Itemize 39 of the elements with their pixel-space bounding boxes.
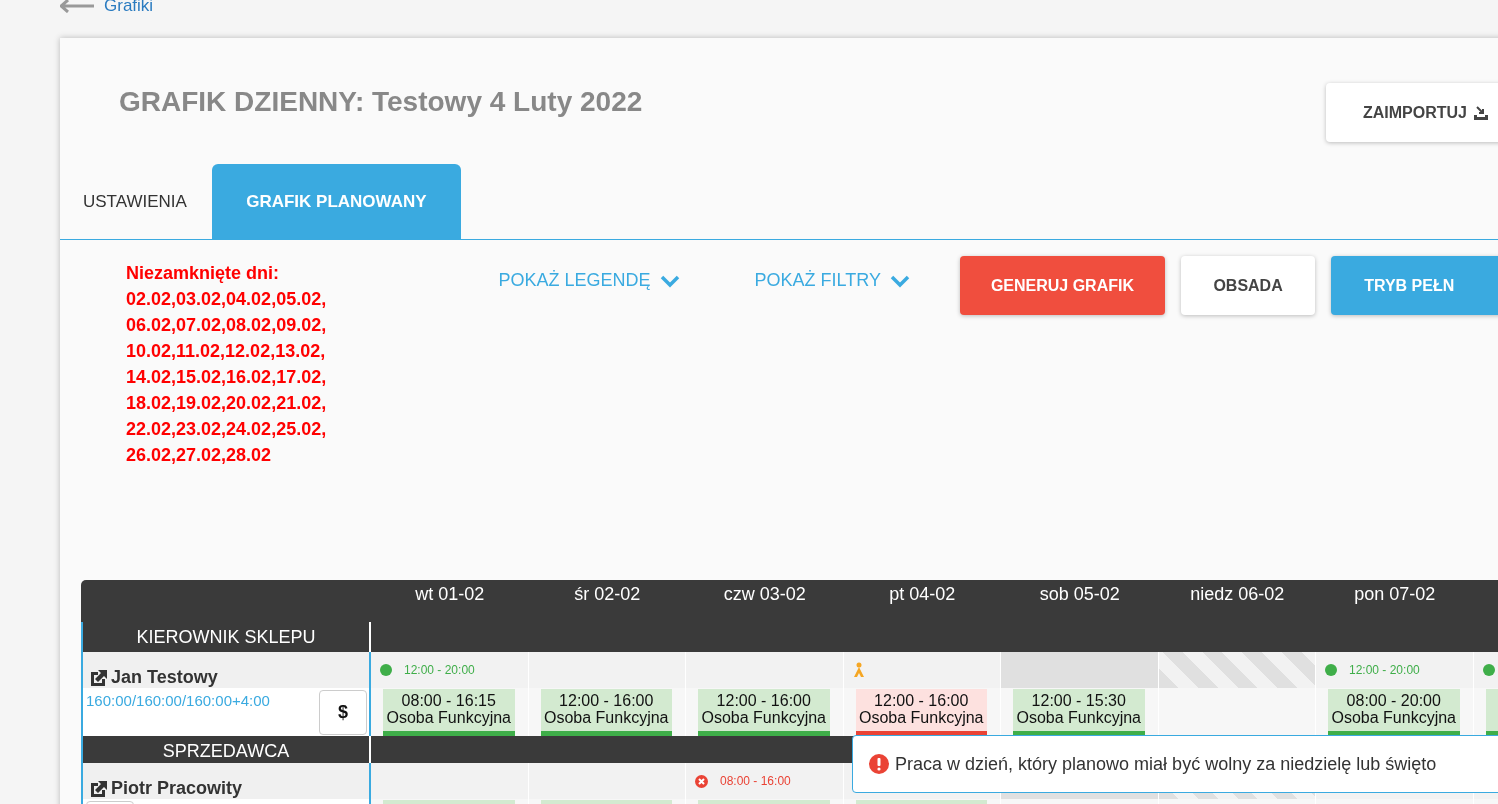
- hours-summary: 160:00/160:00/160:00+4:00: [86, 692, 270, 711]
- shift-block[interactable]: 08:00 - 16:15 Osoba Funkcyjna: [383, 689, 515, 736]
- employee-name: Piotr Pracowity: [111, 778, 243, 799]
- tab[interactable]: USTAWIENIA: [70, 164, 200, 239]
- import-button[interactable]: ZAIMPORTUJ: [1326, 83, 1498, 142]
- day-header: śr 02-02: [574, 584, 641, 604]
- chevron-down-icon: [888, 273, 911, 288]
- page-title: GRAFIK DZIENNY: Testowy 4 Luty 2022: [119, 86, 643, 118]
- shift-block[interactable]: 12:00 - 16:00 Osoba Funkcyjna: [540, 689, 672, 736]
- day-header: pon 07-02: [1354, 584, 1436, 604]
- chevron-down-icon: [658, 273, 681, 288]
- availability-time: 08:00 - 16:00: [720, 774, 791, 788]
- unclosed-days-note: Niezamknięte dni: 02.02,03.02,04.02,05.02,06.02,07.02,08.02,09.02,10.02,11.02,12.02,13.02,14.02,15.02,16.02,17.02,18.02,19.02,20.02,21.02,22.02,23.02,24.02,25.02,26.02,27.02,28.02: [126, 262, 328, 467]
- day-header: niedz 06-02: [1190, 584, 1285, 604]
- external-link-icon[interactable]: [89, 668, 109, 688]
- action-button[interactable]: OBSADA: [1180, 256, 1316, 315]
- exclamation-icon: [869, 754, 889, 774]
- status-dot-icon: [1482, 664, 1495, 676]
- figure-icon: [852, 662, 865, 678]
- availability-time: 12:00 - 20:00: [404, 663, 475, 677]
- import-icon: [1473, 104, 1489, 121]
- error-icon: [695, 774, 708, 788]
- day-header: sob 05-02: [1039, 584, 1120, 604]
- action-button[interactable]: GENERUJ GRAFIK: [959, 256, 1165, 315]
- back-arrow-icon: [60, 0, 96, 13]
- day-header: wt 01-02: [415, 584, 485, 604]
- shift-block[interactable]: 08:00 - 20:00 Osoba Funkcyjna: [1328, 689, 1460, 736]
- shift-block[interactable]: 12:00 - 15:30 Osoba Funkcyjna: [1013, 689, 1145, 736]
- employee-name: Jan Testowy: [111, 667, 218, 688]
- status-dot-icon: [1325, 664, 1337, 676]
- pay-button[interactable]: $: [319, 690, 367, 735]
- external-link-icon[interactable]: [89, 779, 109, 799]
- shift-block[interactable]: 12:00 - 16:00 Osoba Funkcyjna: [855, 689, 987, 736]
- day-header: czw 03-02: [723, 584, 806, 604]
- shift-block[interactable]: 12:00 - 16:00 Osoba Funkcyjna: [698, 689, 830, 736]
- status-dot-icon: [380, 664, 392, 676]
- tooltip-text: Praca w dzień, który planowo miał być wolny za niedzielę lub święto: [895, 753, 1437, 775]
- day-header: pt 04-02: [889, 584, 956, 604]
- availability-time: 12:00 - 20:00: [1349, 663, 1420, 677]
